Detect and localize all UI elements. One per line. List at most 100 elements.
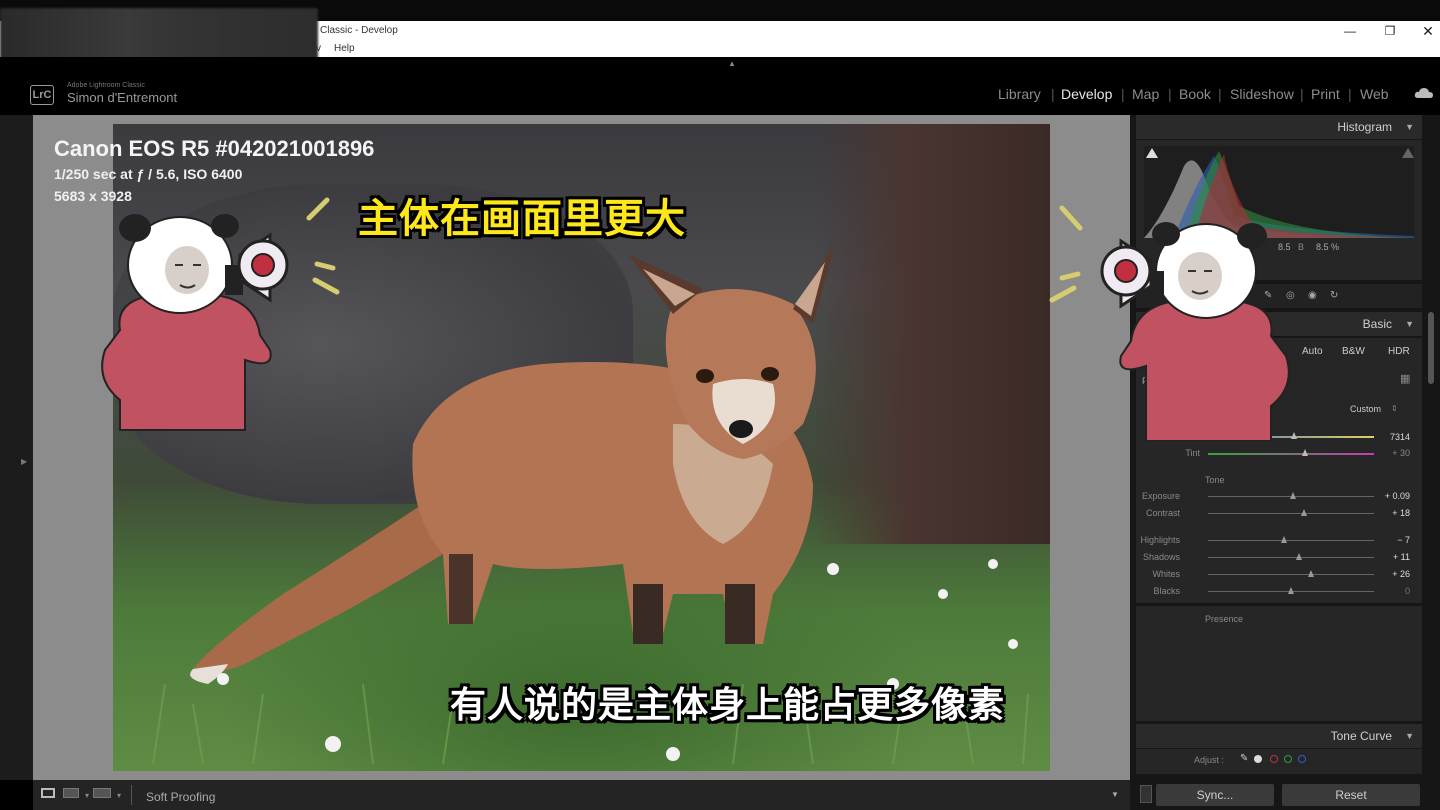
collapse-top-icon[interactable]: ▲ [728,59,736,68]
highlights-thumb[interactable] [1281,536,1287,543]
panel-collapse-icon[interactable]: ▼ [1405,724,1414,748]
point-curve-white-icon[interactable] [1254,755,1262,763]
presence-panel: Presence [1136,606,1422,721]
highlights-track[interactable] [1208,540,1374,541]
soft-proofing-checkbox[interactable]: Soft Proofing [146,790,215,804]
profile-browser-icon[interactable]: ▦ [1400,372,1410,385]
tone-slider-row[interactable]: Shadows + 11 [1136,550,1422,566]
shadows-track[interactable] [1208,557,1374,558]
module-separator: | [1121,86,1125,102]
whites-value[interactable]: + 26 [1392,569,1410,579]
contrast-thumb[interactable] [1301,509,1307,516]
photo-info-camera: Canon EOS R5 #042021001896 [54,136,375,161]
reset-tool-icon[interactable]: ↻ [1330,290,1338,301]
left-panel-collapsed: ▶ [0,115,33,780]
mask-tool-icon[interactable]: ◉ [1308,290,1317,301]
swap-dropdown-icon[interactable]: ▾ [117,791,121,800]
tone-header: Tone [1205,475,1225,485]
blacks-value[interactable]: 0 [1405,586,1410,596]
cloud-icon[interactable] [1414,86,1434,98]
tone-curve-header[interactable]: Tone Curve ▼ [1136,724,1422,748]
treatment-bw-button[interactable]: B&W [1342,346,1365,357]
module-slideshow[interactable]: Slideshow [1230,86,1294,102]
module-separator: | [1300,86,1304,102]
app-name: Adobe Lightroom Classic [67,82,145,89]
caption-top: 主体在画面里更大 [358,196,686,242]
tone-slider-row[interactable]: Contrast + 18 [1136,506,1422,522]
contrast-label: Contrast [1145,508,1180,518]
shadows-value[interactable]: + 11 [1393,552,1410,562]
close-icon[interactable]: ✕ [1408,22,1440,40]
module-separator: | [1051,86,1055,102]
exposure-value[interactable]: + 0.09 [1385,491,1410,501]
panel-collapse-icon[interactable]: ▼ [1405,115,1414,139]
photo-info-exposure: 1/250 sec at ƒ / 5.6, ISO 6400 [54,166,243,182]
clipping-shadows-icon[interactable] [1146,148,1158,158]
histogram-readout-label: B [1298,242,1305,252]
tint-label: Tint [1185,448,1200,458]
tint-value[interactable]: + 30 [1392,448,1410,458]
basic-title: Basic [1362,317,1392,331]
temp-value[interactable]: 7314 [1390,432,1410,442]
swap-view-icon[interactable] [93,788,111,798]
toolbar-divider [131,785,139,805]
tint-track[interactable] [1208,453,1374,455]
tone-slider-row[interactable]: Highlights − 7 [1136,533,1422,549]
point-curve-green-icon[interactable] [1284,755,1292,763]
module-print[interactable]: Print [1311,86,1340,102]
view-dropdown-icon[interactable]: ▾ [85,791,89,800]
wb-dropdown-icon[interactable]: ⇕ [1391,404,1398,413]
tone-curve-panel: Adjust : ✎ [1136,749,1422,774]
whites-track[interactable] [1208,574,1374,575]
exposure-thumb[interactable] [1290,492,1296,499]
sync-toggle-switch[interactable] [1140,785,1152,803]
tone-slider-row[interactable]: Exposure + 0.09 [1136,489,1422,505]
whites-label: Whites [1152,569,1180,579]
blacks-thumb[interactable] [1288,587,1294,594]
lrc-logo: LrC [30,85,54,105]
tint-thumb[interactable] [1302,449,1308,456]
contrast-value[interactable]: + 18 [1392,508,1410,518]
treatment-hdr-button[interactable]: HDR [1388,346,1410,357]
reset-button[interactable]: Reset [1282,784,1420,806]
module-book[interactable]: Book [1179,86,1211,102]
panel-scrollbar[interactable] [1428,312,1434,384]
window-title: Classic - Develop [320,25,398,36]
panda-sticker-left [95,210,295,435]
treatment-auto-button[interactable]: Auto [1302,346,1323,357]
toolbar-menu-icon[interactable]: ▼ [1111,790,1119,799]
bottom-toolbar: ▾ ▾ Soft Proofing ▼ [33,780,1130,810]
loupe-view-icon[interactable] [41,788,55,798]
module-separator: | [1218,86,1222,102]
tone-slider-row[interactable]: Whites + 26 [1136,567,1422,583]
whites-thumb[interactable] [1308,570,1314,577]
blacks-label: Blacks [1153,586,1180,596]
shadows-thumb[interactable] [1296,553,1302,560]
point-curve-red-icon[interactable] [1270,755,1278,763]
parametric-curve-icon[interactable]: ✎ [1240,753,1248,764]
panda-sticker-right [1096,216,1296,442]
contrast-track[interactable] [1208,513,1374,514]
sticker-sparkles-right [1048,200,1088,310]
module-web[interactable]: Web [1360,86,1389,102]
wb-select[interactable]: Custom [1350,404,1381,414]
histogram-readout-percent: 8.5 % [1316,242,1340,252]
restore-icon[interactable]: ❐ [1370,22,1410,40]
minimize-icon[interactable]: — [1330,22,1370,40]
before-after-view-icon[interactable] [63,788,79,798]
module-map[interactable]: Map [1132,86,1159,102]
sync-button[interactable]: Sync... [1156,784,1274,806]
expand-left-panel-icon[interactable]: ▶ [21,457,27,466]
module-separator: | [1348,86,1352,102]
identity-plate: Simon d'Entremont [67,90,178,105]
menu-item-help[interactable]: Help [334,43,355,54]
module-library[interactable]: Library [998,86,1041,102]
histogram-header[interactable]: Histogram ▼ [1136,115,1422,139]
presence-header: Presence [1205,614,1244,624]
clipping-highlights-icon[interactable] [1402,148,1414,158]
point-curve-blue-icon[interactable] [1298,755,1306,763]
tone-slider-row[interactable]: Blacks 0 [1136,584,1422,600]
module-develop[interactable]: Develop [1061,86,1112,102]
panel-collapse-icon[interactable]: ▼ [1405,312,1414,336]
highlights-value[interactable]: − 7 [1397,535,1410,545]
